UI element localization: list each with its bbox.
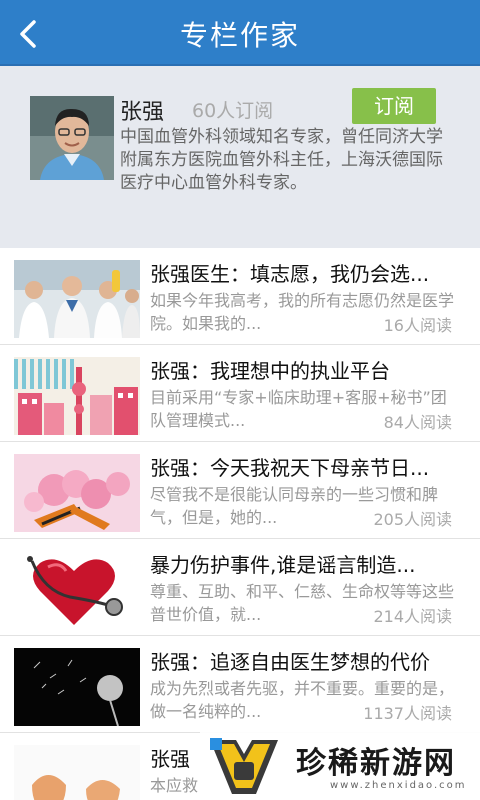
article-item[interactable]: 张强：追逐自由医生梦想的代价 成为先烈或者先驱，并不重要。重要的是，做一名纯粹的… <box>0 636 480 733</box>
author-description: 中国血管外科领域知名专家，曾任同济大学附属东方医院血管外科主任，上海沃德国际医疗… <box>120 127 443 193</box>
author-panel: 张强 60人订阅 订阅 中国血管外科领域知名专家，曾任同济大学附属东方医院血管外… <box>0 66 480 248</box>
article-item[interactable]: 张强医生：填志愿，我仍会选... 如果今年我高考，我的所有志愿仍然是医学院。如果… <box>0 248 480 345</box>
read-count: 205人阅读 <box>367 506 452 530</box>
eggshell-image <box>14 745 140 800</box>
article-list: 张强医生：填志愿，我仍会选... 如果今年我高考，我的所有志愿仍然是医学院。如果… <box>0 248 480 800</box>
heart-stethoscope-image <box>14 551 140 629</box>
watermark: 珍稀新游网 www.zhenxidao.com <box>200 730 480 800</box>
subscribe-button[interactable]: 订阅 <box>352 88 436 124</box>
page-title: 专栏作家 <box>179 19 300 52</box>
article-item[interactable]: 暴力伤护事件,谁是谣言制造... 尊重、互助、和平、仁慈、生命权等等这些普世价值… <box>0 539 480 636</box>
author-name: 张强 <box>120 100 165 125</box>
read-count: 214人阅读 <box>367 603 452 627</box>
read-count: 1137人阅读 <box>357 700 452 724</box>
article-title: 张强：追逐自由医生梦想的代价 <box>150 650 430 674</box>
article-title: 张强医生：填志愿，我仍会选... <box>150 262 430 286</box>
article-title: 张强：今天我祝天下母亲节日... <box>150 456 430 480</box>
dandelion-image <box>14 648 140 726</box>
doctors-lab-image <box>14 260 140 338</box>
article-item[interactable]: 张强：今天我祝天下母亲节日... 尽管我不是很能认同母亲的一些习惯和脾气，但是，… <box>0 442 480 539</box>
article-title: 暴力伤护事件,谁是谣言制造... <box>150 553 416 577</box>
subscriber-count: 60人订阅 <box>192 100 274 122</box>
top-bar: 专栏作家 <box>0 0 480 66</box>
read-count: 16人阅读 <box>377 312 452 336</box>
watermark-text: 珍稀新游网 <box>296 746 456 781</box>
article-item[interactable]: 张强：我理想中的执业平台 目前采用“专家+临床助理+客服+秘书”团队管理模式..… <box>0 345 480 442</box>
author-avatar <box>30 96 114 180</box>
read-count: 84人阅读 <box>377 409 452 433</box>
article-title: 张强：我理想中的执业平台 <box>150 359 390 383</box>
watermark-url: www.zhenxidao.com <box>330 780 467 791</box>
game-logo-icon <box>206 734 282 800</box>
city-illustration-image <box>14 357 140 435</box>
carnation-flowers-image <box>14 454 140 532</box>
